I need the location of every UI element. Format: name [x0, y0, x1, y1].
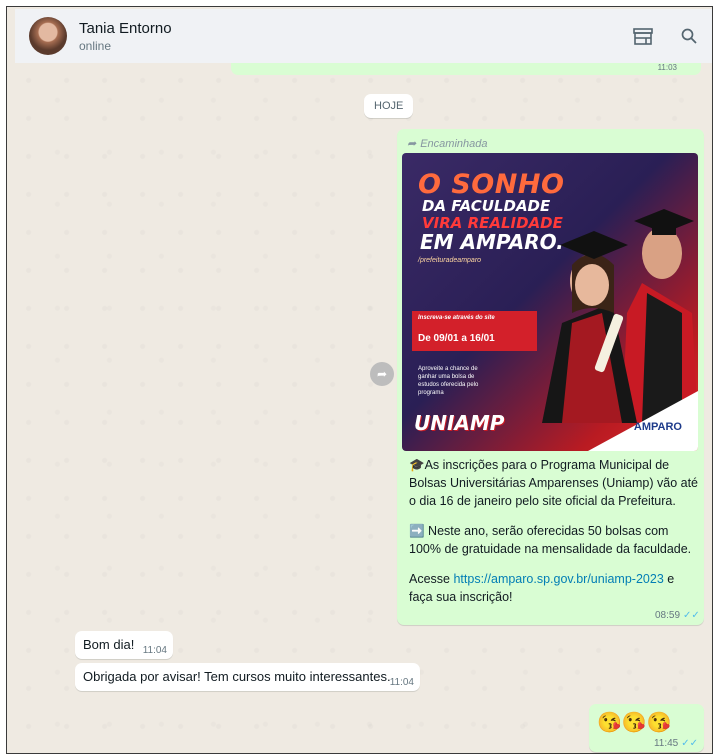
message-paragraph-1: 🎓As inscrições para o Programa Municipal… [409, 458, 699, 508]
app-window: Tania Entorno online 11:03 HOJE ➦ Encami… [6, 6, 713, 754]
amparo-logo: AMPARO [633, 421, 682, 433]
message-paragraph-2: ➡️ Neste ano, serão oferecidas 50 bolsas… [409, 524, 692, 556]
uniamp-link[interactable]: https://amparo.sp.gov.br/uniamp-2023 [453, 572, 663, 586]
date-chip: HOJE [364, 94, 414, 118]
poster-title-line2: DA FACULDADE [422, 197, 551, 215]
poster-social-handle: /prefeituradeamparo [418, 257, 482, 264]
poster-date-box: Inscreva-se através do site De 09/01 a 1… [412, 311, 537, 351]
emoji-message-time: 11:45 [653, 738, 679, 749]
emoji-message: 😘😘😘 [597, 712, 672, 734]
incoming-message-text: Obrigada por avisar! Tem cursos muito in… [83, 669, 391, 684]
read-ticks-icon: ✓✓ [681, 738, 698, 749]
emoji-message-meta: 11:45 ✓✓ [654, 734, 698, 749]
poster-small-text: Aproveite a chance de ganhar uma bolsa d… [418, 366, 479, 396]
search-icon[interactable] [680, 27, 698, 45]
outgoing-emoji-bubble[interactable]: 😘😘😘 11:45 ✓✓ [589, 704, 704, 752]
partial-outgoing-bubble[interactable]: 11:03 [231, 63, 701, 75]
forwarded-message-text: 🎓As inscrições para o Programa Municipal… [409, 456, 699, 606]
forwarded-label: ➦ Encaminhada [407, 137, 488, 151]
incoming-message-time: 11:04 [389, 677, 414, 688]
storefront-icon[interactable] [632, 26, 654, 46]
graduates-illustration [542, 209, 698, 423]
poster-box-dates: De 09/01 a 16/01 [418, 333, 495, 344]
contact-info[interactable]: Tania Entorno online [79, 20, 172, 53]
poster-box-caption: Inscreva-se através do site [418, 315, 495, 321]
incoming-message-time: 11:04 [142, 645, 167, 656]
partial-message-time: 11:03 [657, 63, 677, 72]
forwarded-message-meta: 08:59 ✓✓ [655, 605, 700, 623]
incoming-message-bubble[interactable]: Bom dia! 11:04 [75, 631, 173, 659]
contact-name: Tania Entorno [79, 19, 172, 37]
poster-image[interactable]: O SONHO DA FACULDADE VIRA REALIDADE EM A… [402, 153, 698, 451]
incoming-message-text: Bom dia! [83, 637, 135, 652]
message-paragraph-3: Acesse https://amparo.sp.gov.br/uniamp-2… [409, 572, 675, 604]
forward-button[interactable]: ➦ [370, 362, 394, 386]
avatar[interactable] [29, 17, 67, 55]
share-arrow-icon: ➦ [376, 367, 388, 381]
chat-header[interactable]: Tania Entorno online [15, 9, 712, 63]
forward-arrow-icon: ➦ [407, 138, 417, 150]
contact-status: online [79, 38, 112, 53]
message-time: 08:59 [655, 610, 681, 621]
read-ticks-icon: ✓✓ [683, 610, 700, 621]
uniamp-logo: UNIAMP [414, 411, 505, 435]
incoming-message-bubble[interactable]: Obrigada por avisar! Tem cursos muito in… [75, 663, 420, 691]
